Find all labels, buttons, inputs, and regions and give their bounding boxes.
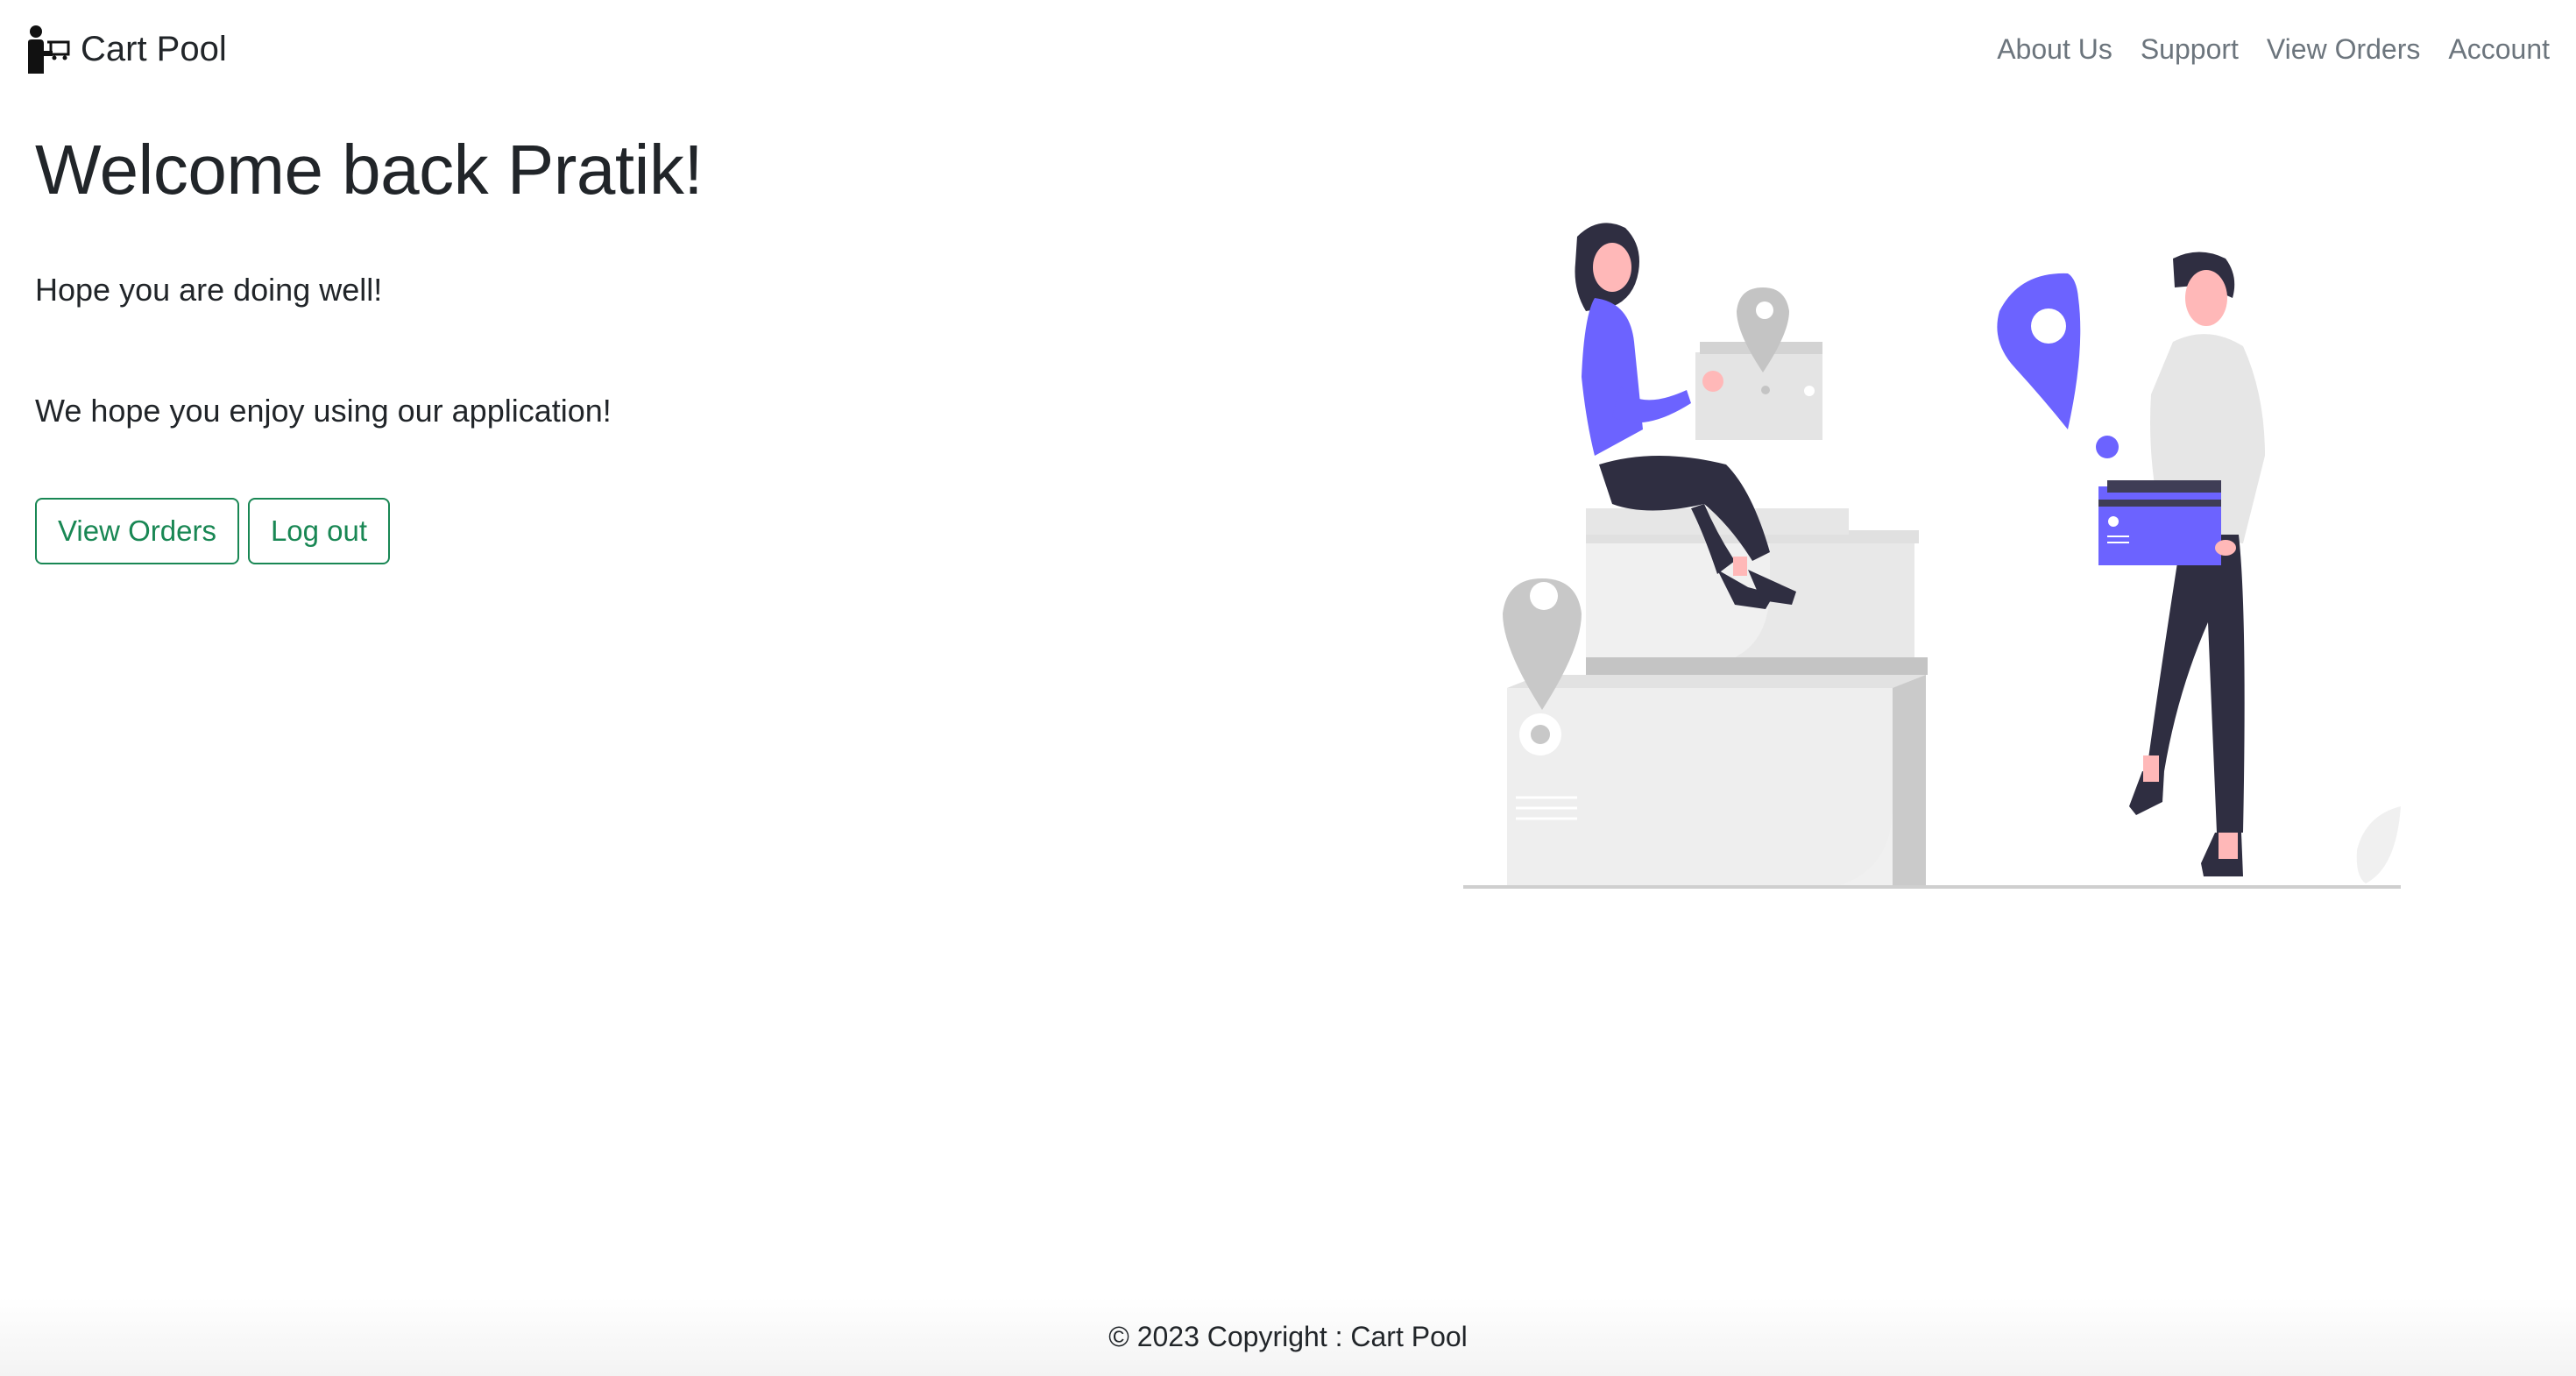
logout-button[interactable]: Log out	[247, 498, 391, 564]
held-box-shape	[1612, 342, 1822, 440]
purple-box-shape	[2098, 480, 2236, 565]
nav-view-orders[interactable]: View Orders	[2267, 33, 2420, 66]
navbar: Cart Pool About Us Support View Orders A…	[0, 0, 2576, 98]
person-with-cart-icon	[28, 25, 70, 74]
view-orders-button[interactable]: View Orders	[35, 498, 239, 564]
delivery-illustration	[1463, 223, 2401, 889]
welcome-section: Welcome back Pratik! Hope you are doing …	[35, 131, 1086, 564]
greeting-text: Hope you are doing well!	[35, 272, 383, 308]
nav-account[interactable]: Account	[2448, 33, 2550, 66]
purple-pin-shape	[1997, 273, 2119, 458]
nav-links: About Us Support View Orders Account	[1997, 33, 2550, 66]
welcome-heading: Welcome back Pratik!	[35, 131, 704, 209]
footer: © 2023 Copyright : Cart Pool	[0, 1297, 2576, 1376]
brand-name: Cart Pool	[81, 29, 227, 68]
leaf-shape	[2356, 806, 2401, 883]
brand-link[interactable]: Cart Pool	[26, 25, 227, 74]
enjoy-text: We hope you enjoy using our application!	[35, 393, 612, 429]
copyright-text: © 2023 Copyright : Cart Pool	[1108, 1320, 1468, 1352]
nav-support[interactable]: Support	[2141, 33, 2239, 66]
action-buttons: View Orders Log out	[35, 498, 1086, 564]
large-box-shape	[1507, 675, 1926, 885]
nav-about-us[interactable]: About Us	[1997, 33, 2112, 66]
